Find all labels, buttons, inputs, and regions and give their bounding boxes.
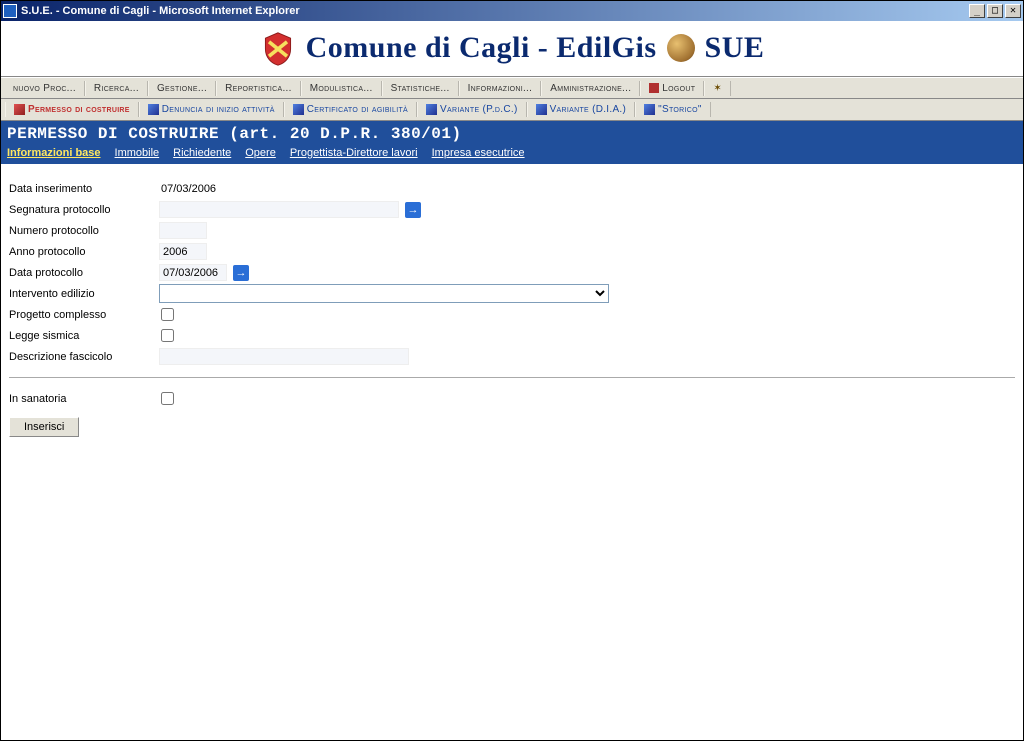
tab-variante-dia[interactable]: Variante (D.I.A.) — [527, 102, 636, 117]
input-data-protocollo[interactable] — [159, 264, 227, 281]
window-title: S.U.E. - Comune di Cagli - Microsoft Int… — [21, 5, 967, 17]
menu-gestione[interactable]: Gestione... — [148, 81, 216, 96]
lookup-segnatura-button[interactable]: → — [405, 202, 421, 218]
tab-permesso-di-costruire[interactable]: Permesso di costruire — [5, 102, 139, 117]
menu-logout[interactable]: Logout — [640, 81, 704, 96]
menu-modulistica[interactable]: Modulistica... — [301, 81, 382, 96]
subtab-opere[interactable]: Opere — [245, 147, 276, 159]
menu-amministrazione[interactable]: Amministrazione... — [541, 81, 640, 96]
subtab-richiedente[interactable]: Richiedente — [173, 147, 231, 159]
tab-certificato-agibilita[interactable]: Certificato di agibilità — [284, 102, 417, 117]
ie-window: S.U.E. - Comune di Cagli - Microsoft Int… — [0, 0, 1024, 741]
minimize-button[interactable]: _ — [969, 4, 985, 18]
label-data-protocollo: Data protocollo — [9, 267, 159, 279]
label-descrizione-fascicolo: Descrizione fascicolo — [9, 351, 159, 363]
tab-label: Denuncia di inizio attività — [162, 104, 275, 115]
label-progetto-complesso: Progetto complesso — [9, 309, 159, 321]
subtab-informazioni-base[interactable]: Informazioni base — [7, 147, 101, 159]
label-in-sanatoria: In sanatoria — [9, 393, 159, 405]
tab-label: Certificato di agibilità — [307, 104, 408, 115]
subtab-progettista[interactable]: Progettista-Direttore lavori — [290, 147, 418, 159]
input-segnatura-protocollo[interactable] — [159, 201, 399, 218]
crest-icon — [260, 31, 296, 67]
checkbox-in-sanatoria[interactable] — [161, 392, 174, 405]
cube-icon — [644, 104, 655, 115]
cube-icon — [426, 104, 437, 115]
doc-tabs: Permesso di costruire Denuncia di inizio… — [1, 99, 1023, 121]
label-intervento-edilizio: Intervento edilizio — [9, 288, 159, 300]
tab-label: Permesso di costruire — [28, 104, 130, 115]
tab-variante-pdc[interactable]: Variante (P.d.C.) — [417, 102, 527, 117]
input-numero-protocollo[interactable] — [159, 222, 207, 239]
menu-informazioni[interactable]: Informazioni... — [459, 81, 542, 96]
label-data-inserimento: Data inserimento — [9, 183, 159, 195]
checkbox-legge-sismica[interactable] — [161, 329, 174, 342]
banner-title-main: Comune di Cagli - EdilGis — [306, 31, 657, 64]
maximize-button[interactable]: □ — [987, 4, 1003, 18]
main-menu: nuovo Proc... Ricerca... Gestione... Rep… — [1, 77, 1023, 99]
tab-label: "Storico" — [658, 104, 702, 115]
window-titlebar: S.U.E. - Comune di Cagli - Microsoft Int… — [1, 1, 1023, 21]
banner-title-suffix: SUE — [705, 31, 765, 64]
menu-reportistica[interactable]: Reportistica... — [216, 81, 301, 96]
checkbox-progetto-complesso[interactable] — [161, 308, 174, 321]
label-legge-sismica: Legge sismica — [9, 330, 159, 342]
cube-icon — [293, 104, 304, 115]
page-header: PERMESSO DI COSTRUIRE (art. 20 D.P.R. 38… — [1, 121, 1023, 164]
menu-ricerca[interactable]: Ricerca... — [85, 81, 148, 96]
submit-button[interactable]: Inserisci — [9, 417, 79, 437]
label-segnatura-protocollo: Segnatura protocollo — [9, 204, 159, 216]
tab-label: Variante (D.I.A.) — [550, 104, 627, 115]
tab-label: Variante (P.d.C.) — [440, 104, 518, 115]
input-descrizione-fascicolo[interactable] — [159, 348, 409, 365]
cube-icon — [14, 104, 25, 115]
label-numero-protocollo: Numero protocollo — [9, 225, 159, 237]
cube-icon — [536, 104, 547, 115]
banner-title: Comune di Cagli - EdilGis SUE — [306, 31, 765, 66]
menu-logout-label: Logout — [662, 83, 695, 94]
close-button[interactable]: ✕ — [1005, 4, 1021, 18]
tab-storico[interactable]: "Storico" — [635, 102, 711, 117]
menu-statistiche[interactable]: Statistiche... — [382, 81, 459, 96]
cube-icon — [148, 104, 159, 115]
ammonite-icon — [667, 34, 695, 62]
input-anno-protocollo[interactable] — [159, 243, 207, 260]
ie-icon — [3, 4, 17, 18]
section-subtabs: Informazioni base Immobile Richiedente O… — [7, 143, 1017, 164]
form-area: Data inserimento 07/03/2006 Segnatura pr… — [1, 164, 1023, 740]
label-anno-protocollo: Anno protocollo — [9, 246, 159, 258]
logout-icon — [649, 83, 659, 93]
subtab-immobile[interactable]: Immobile — [115, 147, 160, 159]
value-data-inserimento: 07/03/2006 — [159, 183, 216, 195]
separator — [9, 377, 1015, 378]
menu-extra[interactable]: ✶ — [704, 81, 731, 96]
page-title: PERMESSO DI COSTRUIRE (art. 20 D.P.R. 38… — [7, 125, 1017, 143]
tab-denuncia-inizio-attivita[interactable]: Denuncia di inizio attività — [139, 102, 284, 117]
datepicker-button[interactable]: → — [233, 265, 249, 281]
menu-nuovo-proc[interactable]: nuovo Proc... — [5, 81, 85, 96]
select-intervento-edilizio[interactable] — [159, 284, 609, 303]
app-banner: Comune di Cagli - EdilGis SUE — [1, 21, 1023, 77]
subtab-impresa[interactable]: Impresa esecutrice — [432, 147, 525, 159]
